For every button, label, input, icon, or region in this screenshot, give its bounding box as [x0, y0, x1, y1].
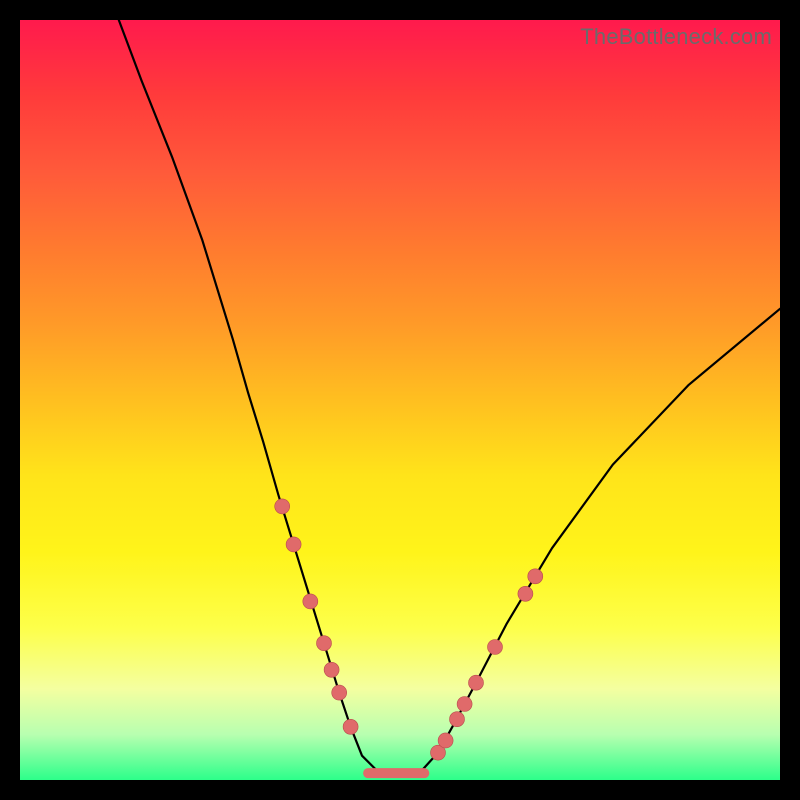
- marker-dot: [343, 719, 358, 734]
- chart-stage: TheBottleneck.com: [0, 0, 800, 800]
- chart-svg: [20, 20, 780, 780]
- marker-dot: [450, 712, 465, 727]
- plot-area: TheBottleneck.com: [20, 20, 780, 780]
- marker-dot: [317, 636, 332, 651]
- marker-dot: [275, 499, 290, 514]
- marker-dot: [324, 662, 339, 677]
- marker-dot: [457, 697, 472, 712]
- marker-dot: [488, 640, 503, 655]
- marker-dot: [303, 594, 318, 609]
- marker-dot: [438, 733, 453, 748]
- marker-dot: [469, 675, 484, 690]
- marker-dot: [286, 537, 301, 552]
- marker-dot: [528, 569, 543, 584]
- marker-dot: [518, 586, 533, 601]
- bottleneck-curve: [119, 20, 780, 775]
- marker-dot: [332, 685, 347, 700]
